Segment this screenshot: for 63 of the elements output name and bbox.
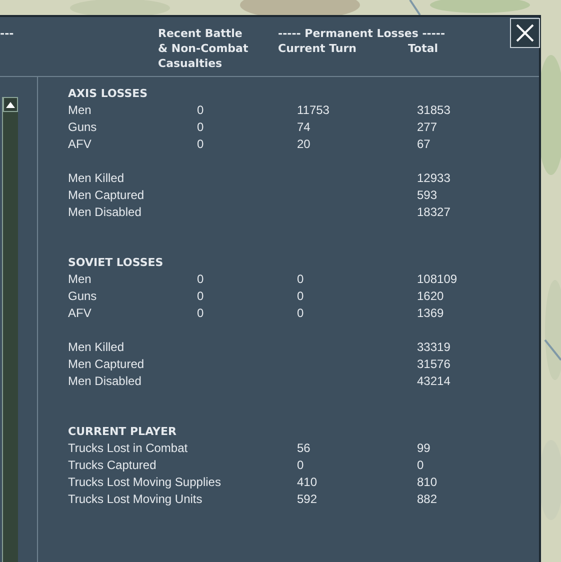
row-label: Guns [68,288,98,305]
section-heading: CURRENT PLAYER [68,424,178,440]
table-cell-text: 0 [197,102,205,119]
table-cell-text: 592 [297,491,318,508]
scroll-up-button[interactable] [3,97,18,112]
row-label: Men Disabled [68,204,142,221]
row-label: Men Disabled [68,373,142,390]
table-cell-text: 56 [297,440,312,457]
table-cell-text: 593 [417,187,438,204]
row-label: Men [68,271,92,288]
scrollbar[interactable] [2,97,18,562]
table-cell-text: 67 [417,136,432,153]
row-label: Trucks Captured [68,457,158,474]
table-cell-text: 33319 [417,339,452,356]
row-label: Trucks Lost in Combat [68,440,189,457]
table-cell-text: 0 [297,288,305,305]
table-cell-text: 20 [297,136,312,153]
table-cell-text: 31576 [417,356,452,373]
table-cell-text: 0 [197,136,205,153]
column-heading: Casualties [158,56,222,71]
row-label: Men Killed [68,339,126,356]
table-cell-text: 0 [417,457,425,474]
table-cell-text: 810 [417,474,438,491]
table-cell-text: 0 [297,457,305,474]
table-cell-text: 0 [197,119,205,136]
header-fragment: --- [0,26,14,41]
column-heading: Recent Battle [158,26,242,41]
row-label: Trucks Lost Moving Units [68,491,204,508]
table-cell-text: 0 [297,305,305,322]
column-heading: Current Turn [278,41,357,56]
section-heading: SOVIET LOSSES [68,255,164,271]
table-cell-text: 0 [197,271,205,288]
row-label: Men Captured [68,187,146,204]
column-heading: & Non-Combat [158,41,248,56]
table-cell-text: 11753 [297,102,330,119]
close-button[interactable] [510,18,540,48]
table-cell-text: 18327 [417,204,452,221]
table-cell-text: 108109 [417,271,458,288]
table-cell-text: 410 [297,474,318,491]
table-cell-text: 12933 [417,170,452,187]
table-cell-text: 43214 [417,373,452,390]
table-cell-text: 0 [297,271,305,288]
table-cell-text: 0 [197,305,205,322]
up-arrow-icon [6,102,15,108]
table-cell-text: 0 [197,288,205,305]
row-label: AFV [68,136,92,153]
table-cell-text: 1369 [417,305,445,322]
table-cell-text: 74 [297,119,312,136]
close-icon [515,23,535,43]
table-cell-text: 99 [417,440,432,457]
row-label: Men [68,102,92,119]
row-label: Trucks Lost Moving Supplies [68,474,222,491]
column-heading: Total [408,41,438,56]
table-cell-text: 882 [417,491,438,508]
table-cell-text: 277 [417,119,438,136]
table-cell-text: 1620 [417,288,445,305]
section-heading: AXIS LOSSES [68,86,149,102]
table-cell-text: 31853 [417,102,452,119]
group-heading: ----- Permanent Losses ----- [278,26,446,41]
row-label: Guns [68,119,98,136]
row-label: Men Captured [68,356,146,373]
row-label: Men Killed [68,170,126,187]
row-label: AFV [68,305,92,322]
